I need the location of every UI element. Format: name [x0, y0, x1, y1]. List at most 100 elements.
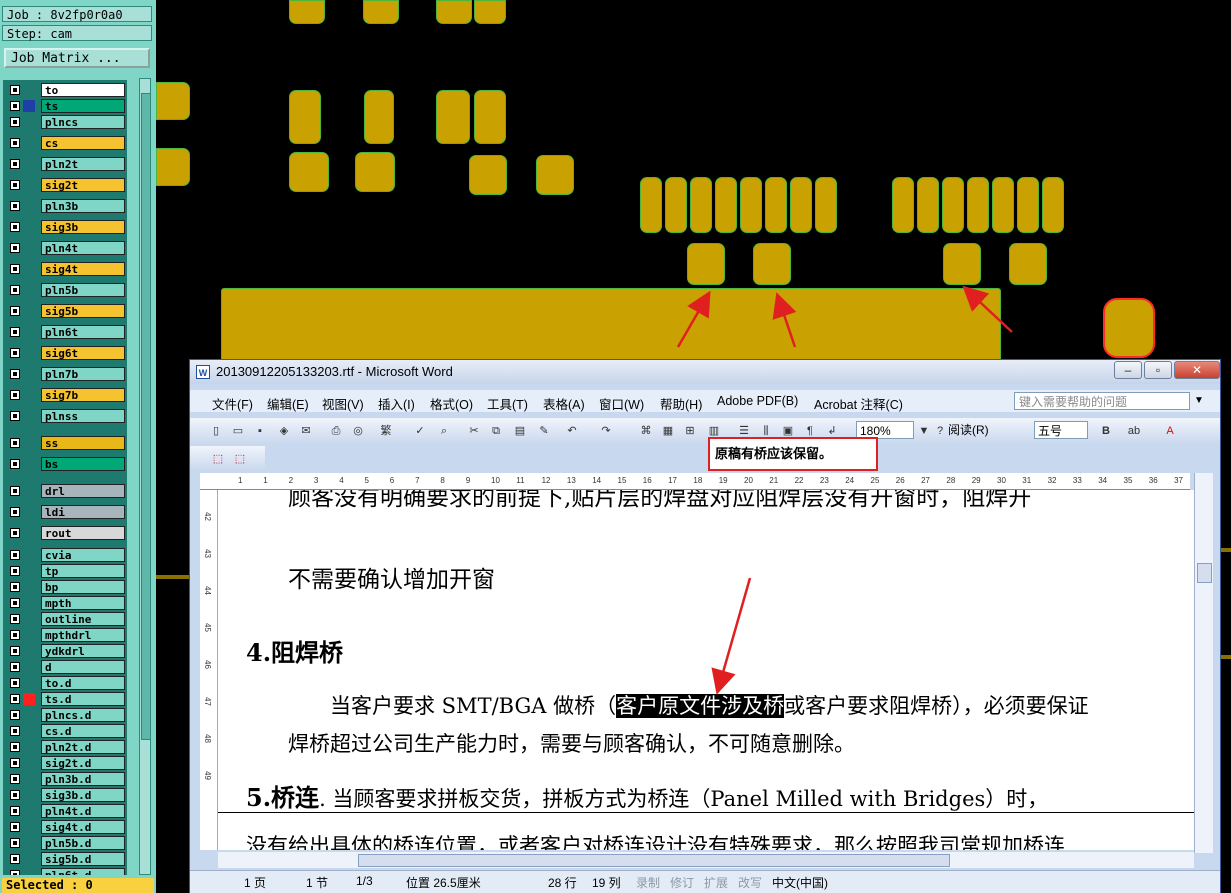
layer-name[interactable]: drl	[41, 484, 125, 498]
permission-icon[interactable]: ◈	[276, 423, 292, 439]
menu-table[interactable]: 表格(A)	[543, 394, 585, 413]
layer-checkbox[interactable]	[10, 614, 20, 624]
layer-row[interactable]: tp	[3, 563, 127, 579]
layer-row[interactable]: pln4t.d	[3, 803, 127, 819]
layer-checkbox[interactable]	[10, 159, 20, 169]
layer-row[interactable]: pln2t	[3, 156, 127, 172]
layer-checkbox[interactable]	[10, 243, 20, 253]
layer-row[interactable]: cs.d	[3, 723, 127, 739]
layer-checkbox[interactable]	[10, 507, 20, 517]
layer-row[interactable]: pln2t.d	[3, 739, 127, 755]
layer-name[interactable]: outline	[41, 612, 125, 626]
font-color-icon[interactable]: A	[1162, 423, 1178, 439]
menu-insert[interactable]: 插入(I)	[378, 394, 415, 413]
layer-name[interactable]: d	[41, 660, 125, 674]
layer-row[interactable]: pln5b	[3, 282, 127, 298]
layer-name[interactable]: rout	[41, 526, 125, 540]
layer-checkbox[interactable]	[10, 774, 20, 784]
layer-row[interactable]: mpth	[3, 595, 127, 611]
layer-row[interactable]: sig6t	[3, 345, 127, 361]
hyperlink-icon[interactable]: ⌘	[638, 423, 654, 439]
layer-row[interactable]: pln6t.d	[3, 867, 127, 875]
layer-name[interactable]: sig3b.d	[41, 788, 125, 802]
open-folder-icon[interactable]: ▭	[230, 423, 246, 439]
menu-file[interactable]: 文件(F)	[212, 394, 253, 413]
minimize-button[interactable]: –	[1114, 361, 1142, 379]
horizontal-ruler[interactable]: 1 1 2 3 4 5 6 7 8 9 10 11 12 13 14 15 16 17 18 19 20 21 22 23 24…	[200, 473, 1190, 490]
layer-row[interactable]: plncs	[3, 114, 127, 130]
layer-row[interactable]: plnss	[3, 408, 127, 424]
status-rec[interactable]: 录制	[636, 874, 660, 891]
layer-checkbox[interactable]	[10, 662, 20, 672]
layer-row[interactable]: mpthdrl	[3, 627, 127, 643]
layer-row[interactable]: sig4t.d	[3, 819, 127, 835]
print-icon[interactable]: ⎙	[328, 423, 344, 439]
menu-help[interactable]: 帮助(H)	[660, 394, 702, 413]
layer-checkbox[interactable]	[10, 854, 20, 864]
maximize-button[interactable]: ▫	[1144, 361, 1172, 379]
layer-row[interactable]: rout	[3, 525, 127, 541]
layer-name[interactable]: bp	[41, 580, 125, 594]
layer-checkbox[interactable]	[10, 598, 20, 608]
layer-row[interactable]: plncs.d	[3, 707, 127, 723]
font-size-select[interactable]: 五号	[1034, 421, 1088, 439]
layer-row[interactable]: drl	[3, 483, 127, 499]
layer-name[interactable]: cvia	[41, 548, 125, 562]
title-bar[interactable]: W 20130912205133203.rtf - Microsoft Word…	[190, 360, 1220, 384]
layer-name[interactable]: ldi	[41, 505, 125, 519]
menu-adobe-pdf[interactable]: Adobe PDF(B)	[717, 394, 798, 408]
layer-row[interactable]: pln7b	[3, 366, 127, 382]
layer-name[interactable]: sig3b	[41, 220, 125, 234]
convert-to-pdf-icon[interactable]: ⬚	[210, 451, 226, 467]
help-icon[interactable]: ?	[932, 423, 948, 439]
traditional-chinese-icon[interactable]: 繁	[378, 423, 394, 439]
chevron-down-icon[interactable]: ▼	[1190, 392, 1208, 410]
layer-name[interactable]: pln3b.d	[41, 772, 125, 786]
layer-row[interactable]: bs	[3, 456, 127, 472]
layer-checkbox[interactable]	[10, 528, 20, 538]
email-icon[interactable]: ✉	[298, 423, 314, 439]
layer-checkbox[interactable]	[10, 285, 20, 295]
layer-checkbox[interactable]	[10, 710, 20, 720]
tables-borders-icon[interactable]: ▦	[660, 423, 676, 439]
layer-name[interactable]: sig5b.d	[41, 852, 125, 866]
layer-checkbox[interactable]	[10, 694, 20, 704]
layer-checkbox[interactable]	[10, 630, 20, 640]
layer-row[interactable]: outline	[3, 611, 127, 627]
layer-checkbox[interactable]	[10, 459, 20, 469]
layer-checkbox[interactable]	[10, 438, 20, 448]
layer-checkbox[interactable]	[10, 486, 20, 496]
layer-name[interactable]: sig4t	[41, 262, 125, 276]
pdf-email-icon[interactable]: ⬚	[232, 451, 248, 467]
layer-row[interactable]: sig5b	[3, 303, 127, 319]
layer-checkbox[interactable]	[10, 550, 20, 560]
bold-icon[interactable]: B	[1098, 423, 1114, 439]
status-ovr[interactable]: 改写	[738, 874, 762, 891]
layer-name[interactable]: sig5b	[41, 304, 125, 318]
layer-row[interactable]: to	[3, 82, 127, 98]
layer-name[interactable]: cs.d	[41, 724, 125, 738]
layer-row[interactable]: to.d	[3, 675, 127, 691]
layer-row[interactable]: sig2t	[3, 177, 127, 193]
read-button[interactable]: 阅读(R)	[948, 421, 989, 439]
layer-checkbox[interactable]	[10, 117, 20, 127]
layer-checkbox[interactable]	[10, 306, 20, 316]
menu-format[interactable]: 格式(O)	[430, 394, 473, 413]
layer-name[interactable]: pln3b	[41, 199, 125, 213]
layer-row[interactable]: ts	[3, 98, 127, 114]
layer-checkbox[interactable]	[10, 411, 20, 421]
horizontal-scrollbar[interactable]	[218, 852, 1194, 868]
layer-name[interactable]: sig2t	[41, 178, 125, 192]
layer-name[interactable]: sig2t.d	[41, 756, 125, 770]
layer-name[interactable]: plnss	[41, 409, 125, 423]
layer-checkbox[interactable]	[10, 222, 20, 232]
layer-name[interactable]: cs	[41, 136, 125, 150]
layer-name[interactable]: plncs.d	[41, 708, 125, 722]
layer-name[interactable]: sig4t.d	[41, 820, 125, 834]
layer-row[interactable]: sig7b	[3, 387, 127, 403]
menu-view[interactable]: 视图(V)	[322, 394, 364, 413]
scrollbar-thumb[interactable]	[1197, 563, 1212, 583]
layer-row[interactable]: ydkdrl	[3, 643, 127, 659]
print-preview-icon[interactable]: ◎	[350, 423, 366, 439]
menu-acrobat-comments[interactable]: Acrobat 注释(C)	[814, 394, 903, 413]
